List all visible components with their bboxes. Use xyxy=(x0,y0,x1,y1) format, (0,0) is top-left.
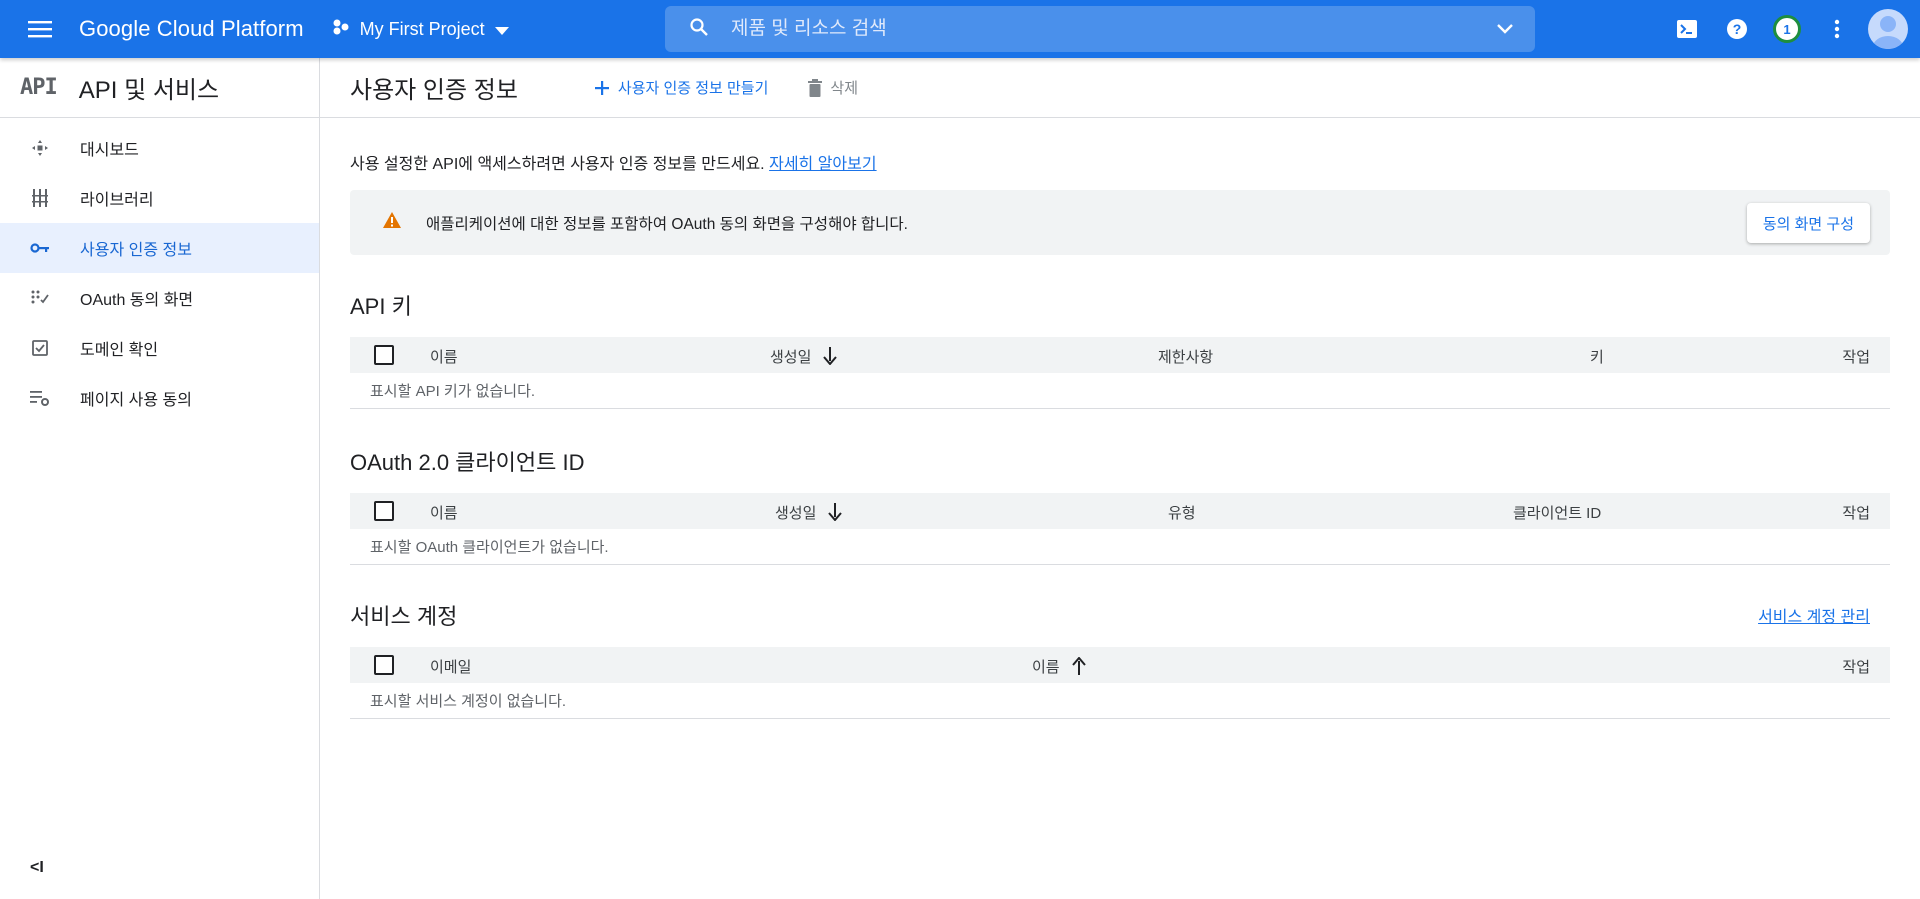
col-email[interactable]: 이메일 xyxy=(430,656,471,677)
arrow-down-icon xyxy=(828,502,843,521)
col-actions: 작업 xyxy=(1842,505,1870,522)
top-app-bar: Google Cloud Platform My First Project ?… xyxy=(0,0,1920,58)
col-key[interactable]: 키 xyxy=(1590,346,1604,367)
col-created[interactable]: 생성일 xyxy=(770,346,838,367)
sidebar-item-label: 사용자 인증 정보 xyxy=(80,242,192,259)
table-header: 이름 생성일 제한사항 키 작업 xyxy=(350,337,1890,373)
oauth-icon xyxy=(30,290,50,306)
add-icon xyxy=(594,80,609,95)
table-header: 이메일 이름 작업 xyxy=(350,647,1890,683)
cloud-shell-icon[interactable] xyxy=(1662,0,1712,58)
select-all-checkbox[interactable] xyxy=(374,345,394,365)
sidebar-item-page-usage[interactable]: 페이지 사용 동의 xyxy=(0,373,319,423)
page-title: 사용자 인증 정보 xyxy=(350,77,518,104)
col-type[interactable]: 유형 xyxy=(1168,502,1196,523)
col-created-label: 생성일 xyxy=(775,505,817,522)
sidebar-item-label: 대시보드 xyxy=(80,142,139,159)
create-credentials-button[interactable]: 사용자 인증 정보 만들기 xyxy=(594,77,769,98)
sidebar-item-credentials[interactable]: 사용자 인증 정보 xyxy=(0,223,319,273)
sidebar-item-library[interactable]: 라이브러리 xyxy=(0,173,319,223)
sidebar-title: API 및 서비스 xyxy=(78,77,220,104)
sidebar-item-oauth-consent[interactable]: OAuth 동의 화면 xyxy=(0,273,319,323)
search-bar xyxy=(665,6,1535,52)
service-accounts-table: 이메일 이름 작업 표시할 서비스 계정이 없습니다. xyxy=(350,647,1890,719)
caret-down-icon xyxy=(494,19,509,40)
sidebar-header: API API 및 서비스 xyxy=(0,58,319,118)
project-icon xyxy=(332,18,350,41)
notification-badge: 1 xyxy=(1773,15,1801,43)
col-client-id[interactable]: 클라이언트 ID xyxy=(1513,502,1601,523)
api-keys-title: API 키 xyxy=(350,294,412,319)
api-logo: API xyxy=(20,75,58,100)
key-icon xyxy=(30,242,50,254)
empty-row: 표시할 OAuth 클라이언트가 없습니다. xyxy=(350,529,1890,565)
trash-icon xyxy=(808,78,823,97)
settings-list-icon xyxy=(30,390,50,406)
project-selector[interactable]: My First Project xyxy=(332,18,509,41)
service-accounts-header: 서비스 계정 서비스 계정 관리 xyxy=(350,599,1890,631)
project-name: My First Project xyxy=(359,18,485,39)
banner-text: 애플리케이션에 대한 정보를 포함하여 OAuth 동의 화면을 구성해야 합니… xyxy=(426,215,908,233)
search-input[interactable] xyxy=(731,18,1471,40)
col-name[interactable]: 이름 xyxy=(430,502,458,523)
empty-row: 표시할 API 키가 없습니다. xyxy=(350,373,1890,409)
page-header: 사용자 인증 정보 사용자 인증 정보 만들기 삭제 xyxy=(320,58,1920,118)
service-accounts-title: 서비스 계정 xyxy=(350,604,458,629)
checkbox-icon xyxy=(30,340,50,356)
col-restrictions[interactable]: 제한사항 xyxy=(1158,346,1213,367)
help-icon[interactable]: ? xyxy=(1712,0,1762,58)
col-name-label: 이름 xyxy=(1032,659,1060,676)
configure-consent-screen-button[interactable]: 동의 화면 구성 xyxy=(1746,203,1870,243)
learn-more-link[interactable]: 자세히 알아보기 xyxy=(769,156,877,173)
sidebar-item-label: 라이브러리 xyxy=(80,192,154,209)
arrow-up-icon xyxy=(1071,656,1086,675)
table-header: 이름 생성일 유형 클라이언트 ID 작업 xyxy=(350,493,1890,529)
oauth-clients-table: 이름 생성일 유형 클라이언트 ID 작업 표시할 OAuth 클라이언트가 없… xyxy=(350,493,1890,565)
select-all-checkbox[interactable] xyxy=(374,501,394,521)
sidebar-item-domain-verification[interactable]: 도메인 확인 xyxy=(0,323,319,373)
intro-text: 사용 설정한 API에 액세스하려면 사용자 인증 정보를 만드세요. 자세히 … xyxy=(350,150,1890,174)
col-name[interactable]: 이름 xyxy=(430,346,458,367)
create-credentials-label: 사용자 인증 정보 만들기 xyxy=(617,80,769,97)
warning-icon xyxy=(382,211,402,234)
svg-text:?: ? xyxy=(1733,21,1742,37)
main-menu-icon[interactable] xyxy=(25,14,55,44)
sidebar-item-label: 페이지 사용 동의 xyxy=(80,392,192,409)
col-actions: 작업 xyxy=(1842,349,1870,366)
col-name[interactable]: 이름 xyxy=(1032,656,1086,677)
delete-label: 삭제 xyxy=(830,80,859,97)
col-created-label: 생성일 xyxy=(770,349,812,366)
main-content: 사용자 인증 정보 사용자 인증 정보 만들기 삭제 사용 설정한 API에 액… xyxy=(320,58,1920,899)
library-icon xyxy=(30,189,50,207)
avatar[interactable] xyxy=(1868,9,1908,49)
select-all-checkbox[interactable] xyxy=(374,655,394,675)
delete-button[interactable]: 삭제 xyxy=(808,77,858,98)
col-created[interactable]: 생성일 xyxy=(775,502,843,523)
sidebar: API API 및 서비스 대시보드 라이브러리 사용자 인증 정보 OAuth… xyxy=(0,58,320,899)
sidebar-item-label: OAuth 동의 화면 xyxy=(80,292,194,309)
dashboard-icon xyxy=(30,139,50,157)
oauth-clients-title: OAuth 2.0 클라이언트 ID xyxy=(350,450,585,475)
search-icon[interactable] xyxy=(689,17,709,42)
more-vert-icon[interactable] xyxy=(1812,0,1862,58)
collapse-sidebar-icon[interactable]: <I xyxy=(30,859,44,877)
brand-title[interactable]: Google Cloud Platform xyxy=(79,16,304,42)
oauth-warning-banner: 애플리케이션에 대한 정보를 포함하여 OAuth 동의 화면을 구성해야 합니… xyxy=(350,190,1890,255)
empty-row: 표시할 서비스 계정이 없습니다. xyxy=(350,683,1890,719)
api-keys-table: 이름 생성일 제한사항 키 작업 표시할 API 키가 없습니다. xyxy=(350,337,1890,409)
sidebar-item-dashboard[interactable]: 대시보드 xyxy=(0,123,319,173)
intro-description: 사용 설정한 API에 액세스하려면 사용자 인증 정보를 만드세요. xyxy=(350,156,765,173)
arrow-down-icon xyxy=(823,346,838,365)
chevron-down-icon[interactable] xyxy=(1495,18,1515,43)
sidebar-item-label: 도메인 확인 xyxy=(80,342,159,359)
manage-service-accounts-link[interactable]: 서비스 계정 관리 xyxy=(1758,603,1870,627)
notifications-button[interactable]: 1 xyxy=(1762,0,1812,58)
col-actions: 작업 xyxy=(1842,659,1870,676)
